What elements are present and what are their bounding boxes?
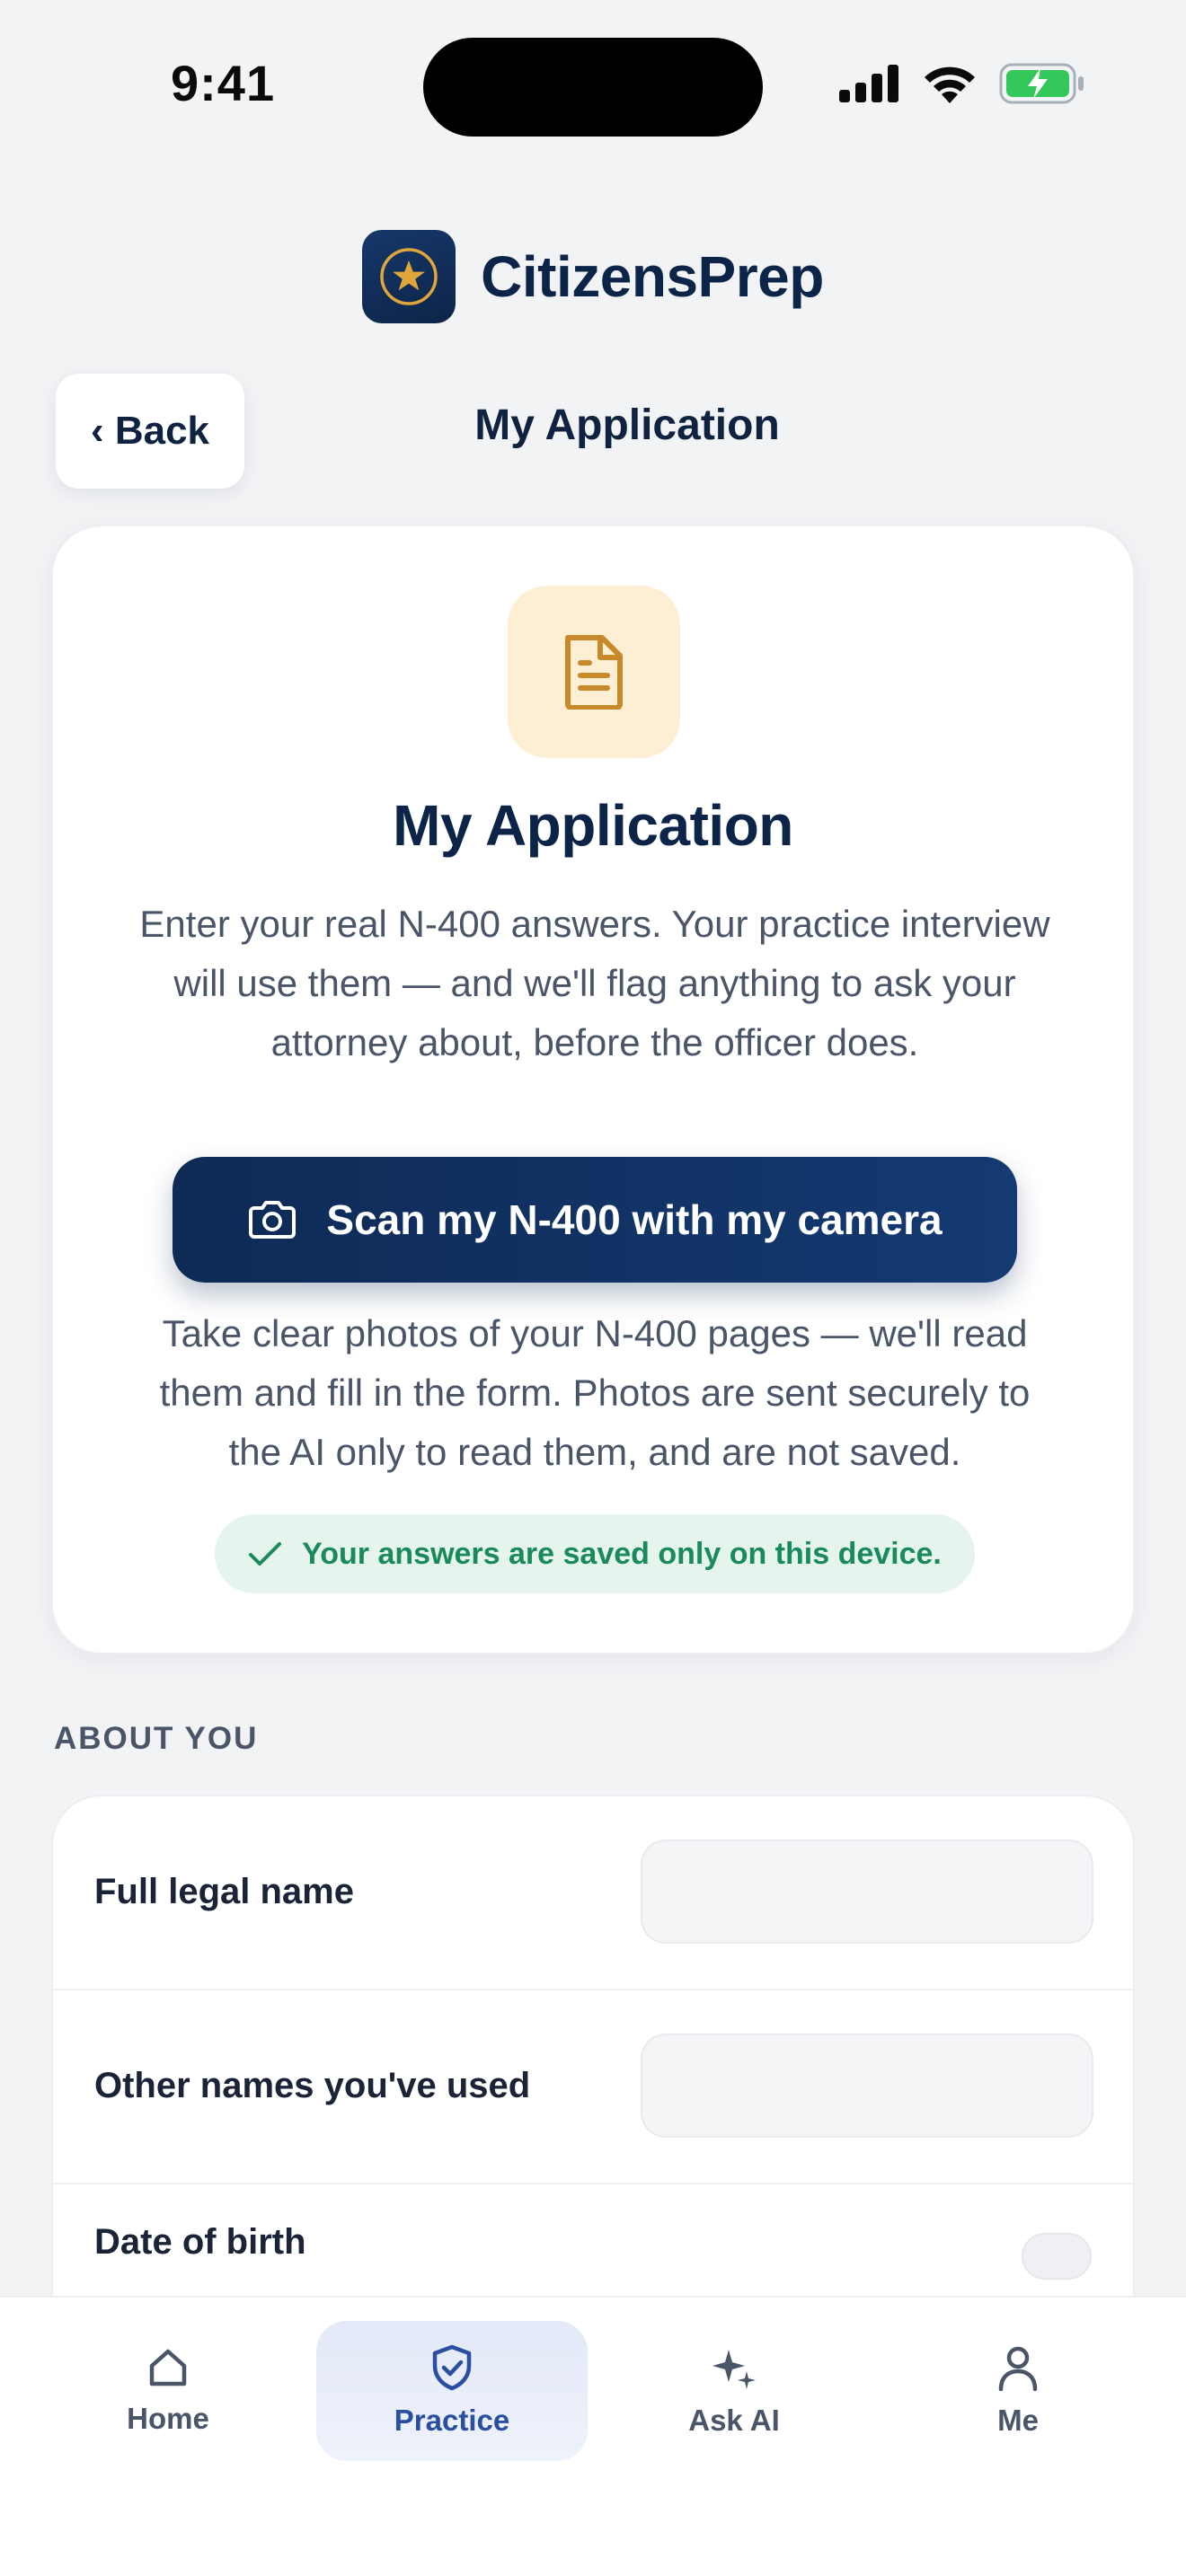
brand-header: CitizensPrep (0, 230, 1186, 323)
cellular-signal-icon (839, 65, 898, 102)
wifi-icon (925, 66, 975, 103)
other-names-input[interactable] (641, 2033, 1093, 2138)
bottom-tab-bar: Home Practice Ask AI Me (0, 2296, 1186, 2576)
application-intro-card: My Application Enter your real N-400 ans… (51, 525, 1135, 1654)
date-of-birth-picker[interactable] (1022, 2233, 1092, 2280)
home-icon (149, 2349, 187, 2386)
sparkles-icon (712, 2350, 756, 2389)
scan-n400-button[interactable]: Scan my N-400 with my camera (173, 1157, 1017, 1283)
status-time: 9:41 (171, 55, 276, 111)
tab-home-label: Home (127, 2402, 209, 2435)
full-name-label: Full legal name (94, 1872, 354, 1911)
brand-name: CitizensPrep (481, 244, 824, 309)
star-badge-icon (362, 230, 456, 323)
checkmark-icon (249, 1542, 282, 1566)
tab-ask-ai[interactable]: Ask AI (598, 2321, 870, 2461)
app-screen: 9:41 CitizensPrep ‹ Back My Application … (0, 0, 1186, 2576)
hero-title: My Application (393, 793, 793, 858)
tab-practice[interactable]: Practice (316, 2321, 588, 2461)
section-label-about-you: ABOUT YOU (54, 1721, 259, 1756)
tab-me[interactable]: Me (882, 2321, 1154, 2461)
saved-locally-badge: Your answers are saved only on this devi… (215, 1514, 975, 1593)
shield-check-icon (432, 2344, 472, 2391)
tab-ask-ai-label: Ask AI (688, 2404, 780, 2437)
document-icon (508, 586, 680, 758)
camera-icon (249, 1201, 296, 1239)
person-icon (998, 2346, 1038, 2391)
scan-button-label: Scan my N-400 with my camera (326, 1196, 943, 1243)
full-name-input[interactable] (641, 1839, 1093, 1944)
dynamic-island (423, 38, 763, 137)
tab-me-label: Me (997, 2404, 1039, 2437)
page-title: My Application (474, 401, 780, 449)
form-row-full-name: Full legal name (53, 1796, 1133, 1990)
other-names-label: Other names you've used (94, 2066, 531, 2105)
tab-home[interactable]: Home (32, 2321, 304, 2461)
tab-practice-label: Practice (394, 2404, 510, 2437)
saved-notice-text: Your answers are saved only on this devi… (302, 1536, 942, 1571)
date-of-birth-label: Date of birth (94, 2222, 306, 2262)
scan-privacy-note: Take clear photos of your N-400 pages — … (159, 1312, 1031, 1473)
status-icons (839, 63, 1085, 104)
battery-charging-icon (999, 63, 1084, 104)
form-row-other-names: Other names you've used (53, 1990, 1133, 2184)
hero-description: Enter your real N-400 answers. Your prac… (139, 903, 1050, 1063)
